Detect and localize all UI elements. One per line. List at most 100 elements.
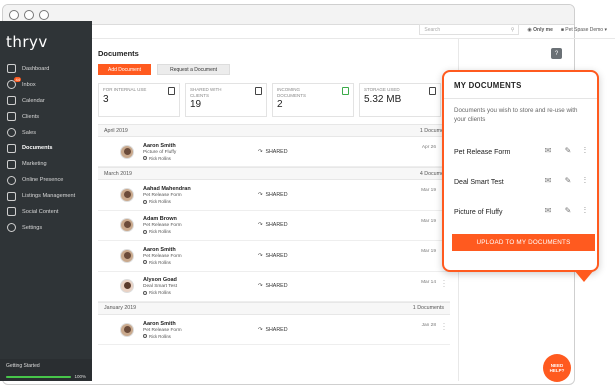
my-document-name: Picture of Fluffy <box>454 208 503 216</box>
window-zoom-control[interactable] <box>39 9 49 20</box>
client-name[interactable]: Alyson Goad <box>143 277 258 283</box>
user-icon <box>143 199 147 204</box>
brand-logo[interactable]: thryv <box>0 21 92 53</box>
document-row[interactable]: Adam Brown Pet Release Form Rick Rollins ↷ S… <box>98 211 450 242</box>
add-document-button[interactable]: Add Document <box>98 64 152 75</box>
window-minimize-control[interactable] <box>24 9 34 20</box>
sidebar-item-documents[interactable]: Documents <box>0 140 92 156</box>
gear-icon <box>7 223 16 233</box>
more-options-icon[interactable]: · · · <box>583 174 587 187</box>
sidebar-item-settings[interactable]: Settings <box>0 220 92 236</box>
sidebar-item-online-presence[interactable]: Online Presence <box>0 172 92 188</box>
sidebar-item-inbox[interactable]: Inbox 44 <box>0 76 92 93</box>
client-avatar <box>120 144 134 159</box>
sidebar-item-social-content[interactable]: Social Content <box>0 204 92 220</box>
visibility-filter[interactable]: ◉ Only me <box>527 27 553 33</box>
document-row[interactable]: Aahad Mahendran Pet Release Form Rick Roll… <box>98 180 450 211</box>
row-info: Alyson Goad Deal Smart Test Rick Rollins <box>143 277 258 295</box>
my-document-name: Pet Release Form <box>454 148 511 156</box>
client-avatar <box>120 188 134 203</box>
dashboard-icon <box>7 64 16 74</box>
item-actions: ✉ ✎ · · · <box>543 174 587 187</box>
listings-icon <box>7 191 16 201</box>
document-list: April 2019 1 Docume Aaron Smith Picture of … <box>98 124 450 346</box>
pencil-icon[interactable]: ✎ <box>563 206 573 215</box>
search-input[interactable]: Search ⚲ <box>419 24 520 35</box>
pencil-icon[interactable]: ✎ <box>563 176 573 185</box>
sidebar-item-sales[interactable]: Sales <box>0 125 92 141</box>
section-count: 4 Docume <box>419 170 444 177</box>
sidebar-item-label: Dashboard <box>22 65 50 72</box>
lock-doc-icon <box>168 87 175 95</box>
upload-to-my-documents-button[interactable]: UPLOAD TO MY DOCUMENTS <box>452 234 595 251</box>
only-me-label: Only me <box>533 26 553 33</box>
document-date: Apr 26 <box>421 145 436 150</box>
stat-card: STORAGE USED 5.32 MB <box>359 83 441 117</box>
section-month: March 2019 <box>104 170 132 177</box>
sidebar-item-marketing[interactable]: Marketing <box>0 156 92 172</box>
request-document-button[interactable]: Request a Document <box>157 64 231 75</box>
stat-value: 3 <box>103 93 109 105</box>
main-content: Documents Add Document Request a Documen… <box>92 39 458 381</box>
client-name[interactable]: Aahad Mahendran <box>143 186 258 192</box>
client-name[interactable]: Aaron Smith <box>143 321 258 327</box>
document-row[interactable]: Aaron Smith Pet Release Form Rick Rollins ↷… <box>98 315 450 346</box>
share-status: ↷ SHARED <box>258 253 288 259</box>
month-section-header: April 2019 1 Docume <box>98 124 450 137</box>
share-icon[interactable]: ✉ <box>543 176 553 185</box>
shared-by-name: Rick Rollins <box>149 259 171 265</box>
progress-track <box>6 375 72 378</box>
user-menu[interactable]: ■ Pet Spase Demo ▾ <box>561 27 607 33</box>
more-options-icon[interactable]: · · · <box>583 204 587 217</box>
document-date: Jan 28 <box>421 322 436 328</box>
getting-started-panel[interactable]: Getting Started 100% <box>0 359 92 381</box>
share-arrow-icon: ↷ <box>258 222 263 229</box>
client-name[interactable]: Adam Brown <box>143 216 258 222</box>
sidebar-item-label: Settings <box>22 224 43 231</box>
more-options-icon[interactable]: · · · <box>442 278 446 290</box>
document-row[interactable]: Aaron Smith Pet Release Form Rick Rollins ↷… <box>98 241 450 272</box>
client-avatar <box>120 218 134 233</box>
window-close-control[interactable] <box>9 9 19 20</box>
client-name[interactable]: Aaron Smith <box>143 143 258 149</box>
section-month: January 2019 <box>104 305 137 312</box>
more-options-icon[interactable]: · · · <box>442 321 446 333</box>
my-document-item[interactable]: Deal Smart Test ✉ ✎ · · · <box>444 167 597 197</box>
sidebar-item-calendar[interactable]: Calendar <box>0 93 92 109</box>
my-document-item[interactable]: Picture of Fluffy ✉ ✎ · · · <box>444 197 597 227</box>
pencil-icon[interactable]: ✎ <box>563 146 573 155</box>
share-icon[interactable]: ✉ <box>543 146 553 155</box>
document-name: Picture of Fluffy <box>143 149 177 155</box>
shared-by-name: Rick Rollins <box>149 199 171 205</box>
document-date: Mar 19 <box>421 249 436 255</box>
search-placeholder: Search <box>424 26 441 33</box>
getting-started-label: Getting Started <box>6 363 40 369</box>
share-arrow-icon: ↷ <box>258 148 263 155</box>
share-status-label: SHARED <box>265 222 288 229</box>
document-row[interactable]: Aaron Smith Picture of Fluffy Rick Rollins… <box>98 137 450 168</box>
section-month: April 2019 <box>104 127 128 134</box>
share-icon[interactable]: ✉ <box>543 206 553 215</box>
sidebar-item-listings-management[interactable]: Listings Management <box>0 188 92 204</box>
globe-icon <box>7 175 16 185</box>
stat-label: STORAGE USED <box>364 87 400 92</box>
sidebar-item-label: Online Presence <box>22 177 64 184</box>
need-help-button[interactable]: NEED HELP? <box>543 354 571 382</box>
user-icon <box>143 229 147 234</box>
popup-description: Documents you wish to store and re-use w… <box>454 107 578 123</box>
document-name: Deal Smart Test <box>143 284 178 290</box>
sidebar-item-label: Clients <box>22 113 40 120</box>
share-arrow-icon: ↷ <box>258 283 263 290</box>
getting-started-progress: 100% <box>6 374 86 379</box>
help-icon[interactable]: ? <box>551 48 562 59</box>
stat-value: 5.32 MB <box>364 93 402 105</box>
my-document-item[interactable]: Pet Release Form ✉ ✎ · · · <box>444 137 597 167</box>
shared-by: Rick Rollins <box>143 229 258 234</box>
sidebar-item-dashboard[interactable]: Dashboard <box>0 61 92 77</box>
sidebar-item-label: Listings Management <box>22 193 76 200</box>
document-row[interactable]: Alyson Goad Deal Smart Test Rick Rollins ↷ S… <box>98 272 450 302</box>
more-options-icon[interactable]: · · · <box>583 144 587 157</box>
shared-by-name: Rick Rollins <box>149 333 171 339</box>
client-name[interactable]: Aaron Smith <box>143 247 258 253</box>
sidebar-item-clients[interactable]: Clients <box>0 109 92 125</box>
